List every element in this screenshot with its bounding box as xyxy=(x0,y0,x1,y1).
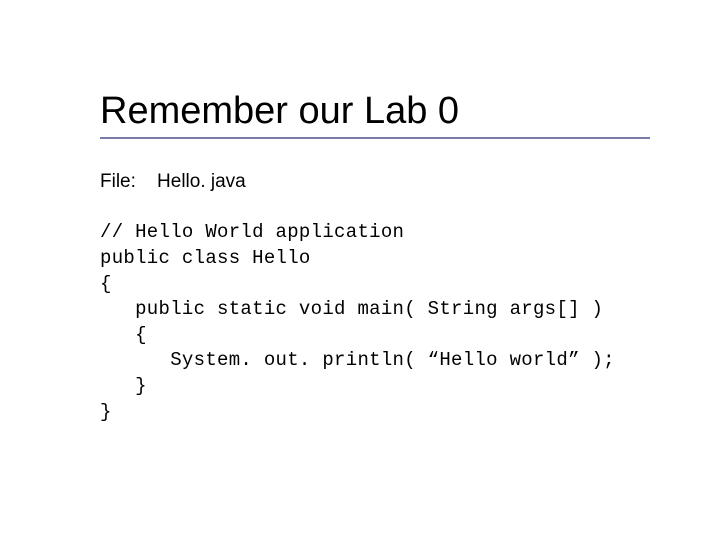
filename: Hello. java xyxy=(157,171,246,192)
file-label: File: xyxy=(100,171,136,192)
code-line: } xyxy=(100,375,147,397)
file-line: File: Hello. java xyxy=(100,169,650,195)
code-block: // Hello World application public class … xyxy=(100,195,650,451)
code-line: { xyxy=(100,324,147,346)
slide-title: Remember our Lab 0 xyxy=(100,90,650,133)
title-block: Remember our Lab 0 xyxy=(100,90,650,139)
code-line: { xyxy=(100,273,112,295)
slide-body: File: Hello. java // Hello World applica… xyxy=(100,169,650,451)
code-line: } xyxy=(100,401,112,423)
code-line: public class Hello xyxy=(100,247,311,269)
code-line: // Hello World application xyxy=(100,221,404,243)
code-line: public static void main( String args[] ) xyxy=(100,298,603,320)
code-line: System. out. println( “Hello world” ); xyxy=(100,349,615,371)
title-underline xyxy=(100,137,650,139)
slide: Remember our Lab 0 File: Hello. java // … xyxy=(0,0,720,540)
